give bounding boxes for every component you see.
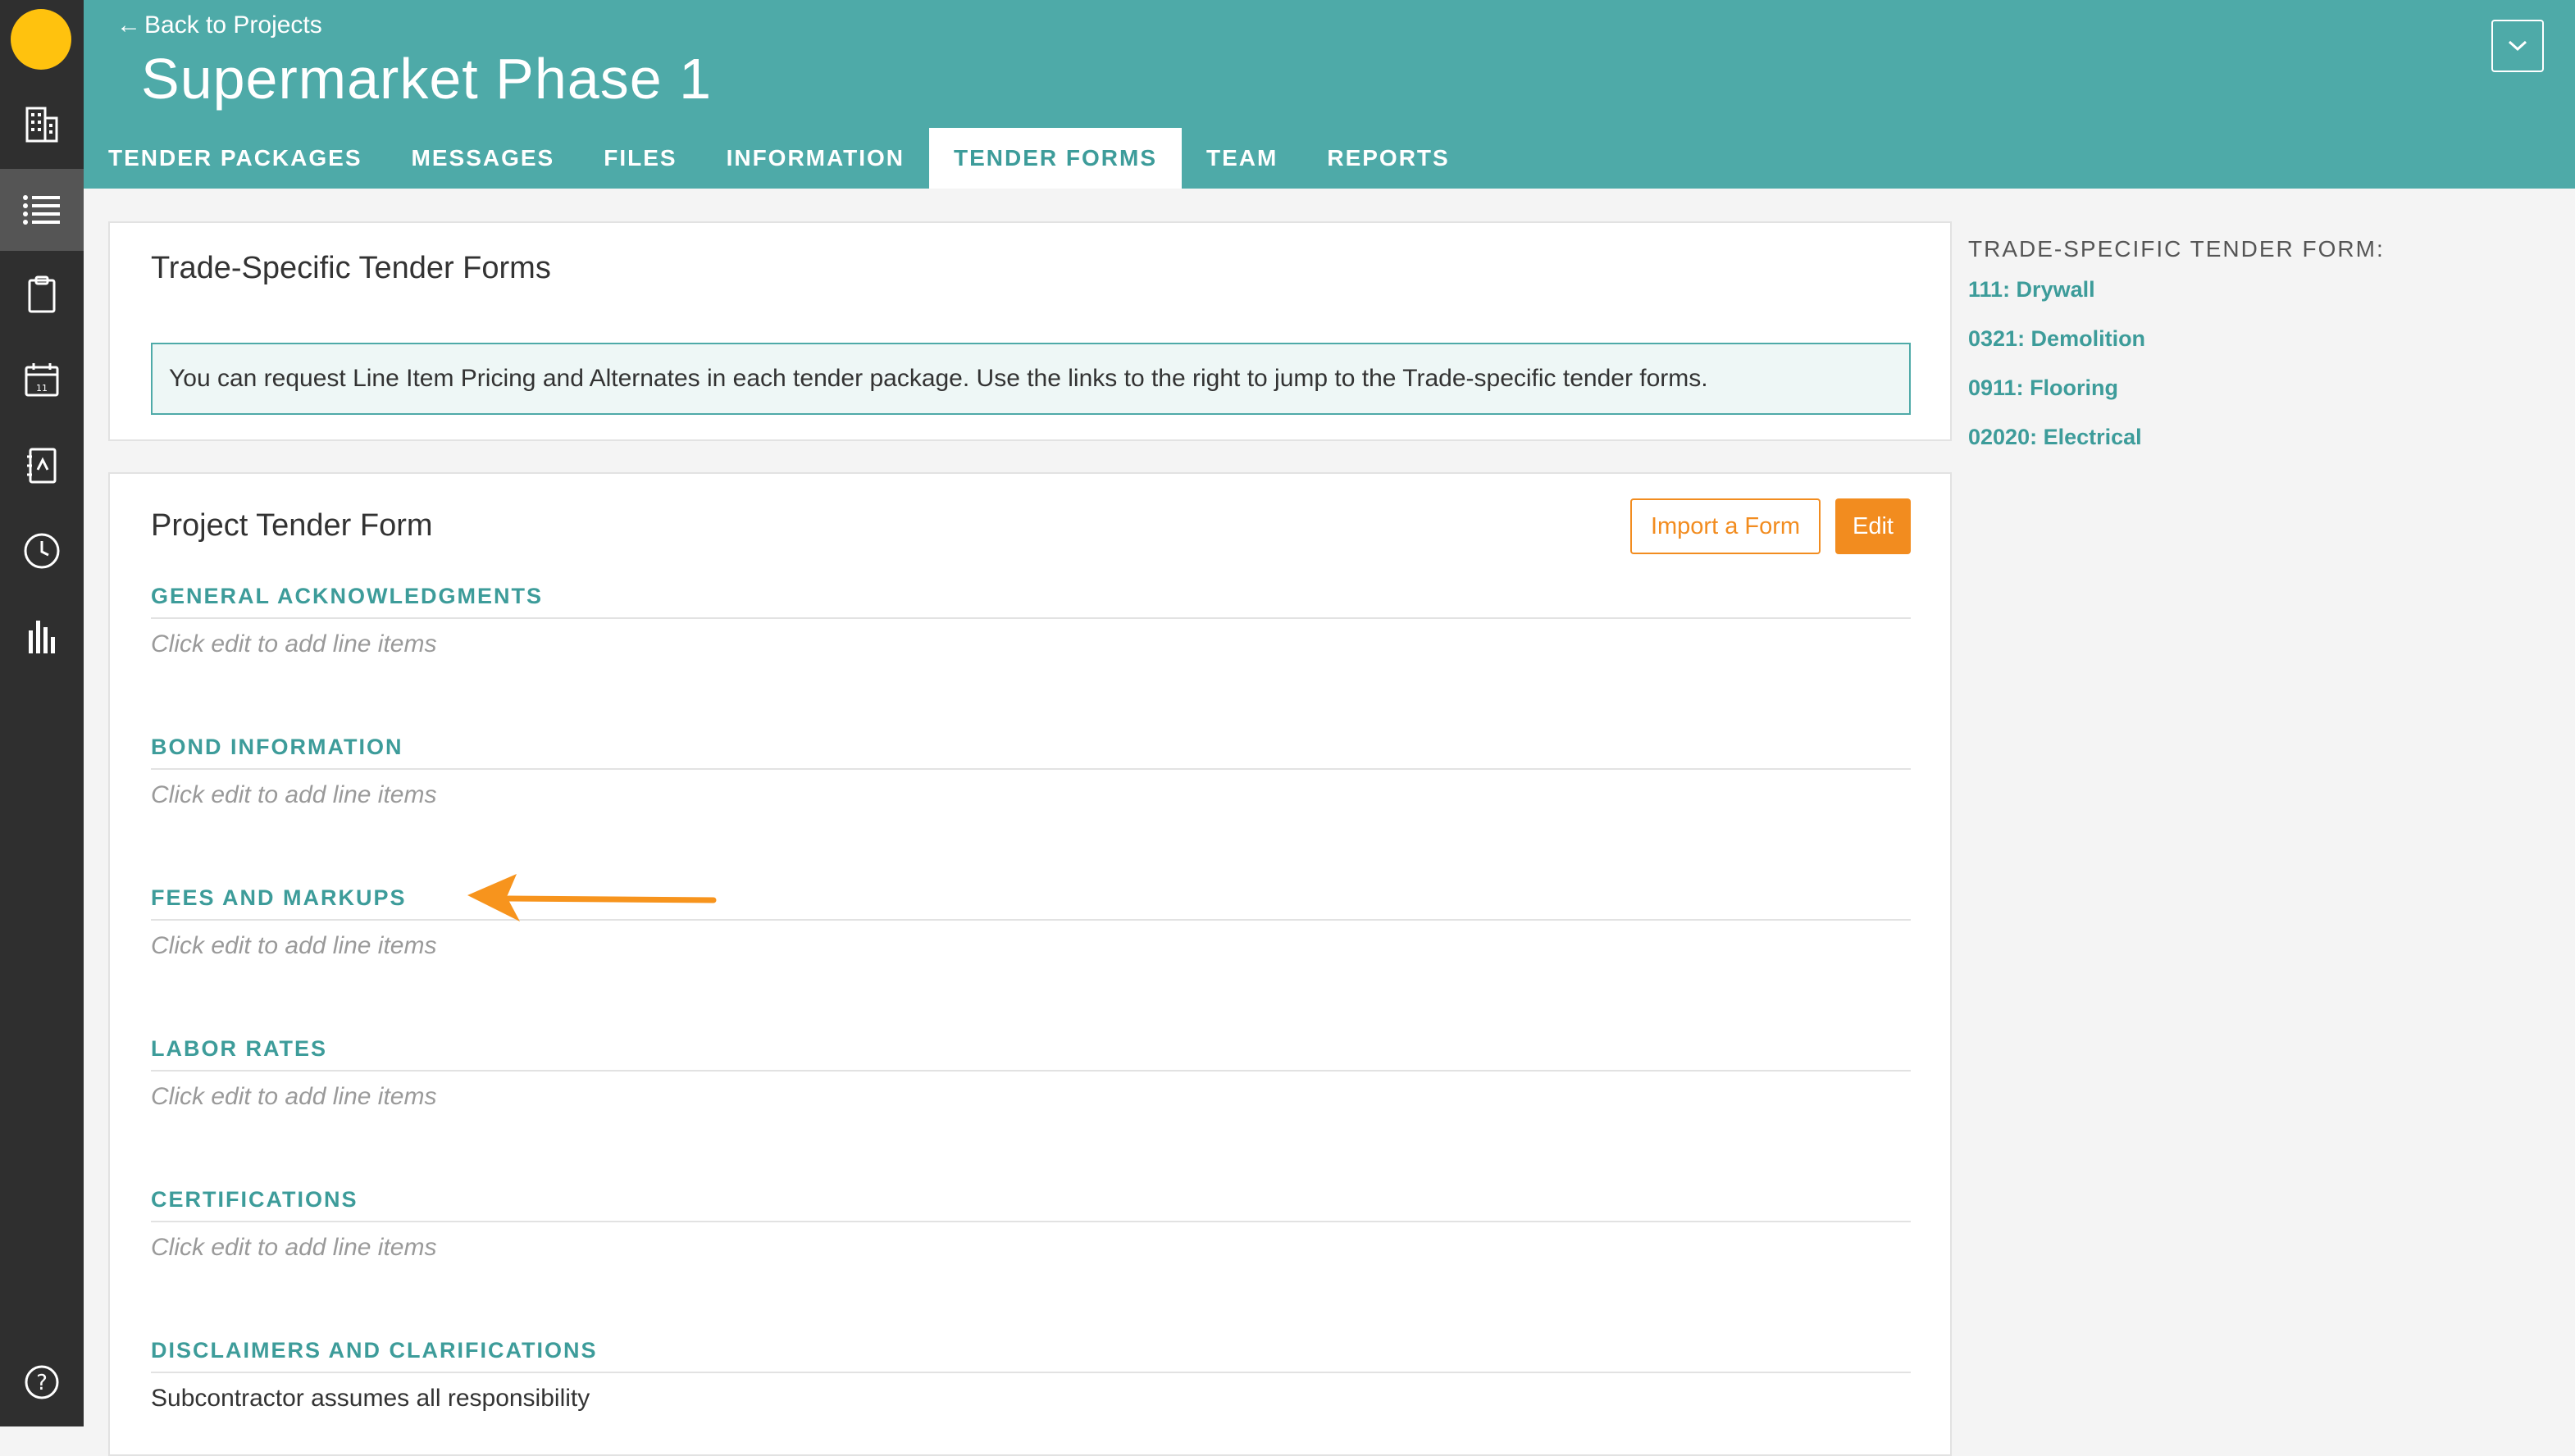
arrow-left-icon: ← [116,11,141,39]
nav-reports[interactable] [0,595,84,677]
section-heading: LABOR RATES [151,1036,1911,1072]
project-title: Supermarket Phase 1 [141,47,713,111]
nav-list[interactable] [0,169,84,251]
project-panel-title: Project Tender Form [151,508,433,543]
svg-text:?: ? [36,1371,48,1395]
nav-help[interactable]: ? [0,1341,84,1423]
section-labor-rates: LABOR RATES Click edit to add line items [151,1036,1911,1111]
sidebar-title: TRADE-SPECIFIC TENDER FORM: [1968,236,2385,262]
contacts-book-icon [27,448,57,484]
nav-contacts[interactable] [0,425,84,507]
section-disclaimers-and-clarifications: DISCLAIMERS AND CLARIFICATIONS Subcontra… [151,1338,1911,1413]
tab-information[interactable]: INFORMATION [702,128,929,189]
section-placeholder: Click edit to add line items [151,932,437,959]
nav-clipboard[interactable] [0,254,84,336]
chevron-down-icon [2508,40,2527,52]
bar-chart-icon [29,621,55,653]
project-header: ← Back to Projects Supermarket Phase 1 T… [84,0,2575,189]
project-menu-dropdown[interactable] [2491,20,2544,72]
section-placeholder: Click edit to add line items [151,1083,437,1110]
left-nav-rail: 11 ? [0,0,84,1426]
nav-projects[interactable] [0,84,84,166]
trade-link-electrical[interactable]: 02020: Electrical [1968,425,2460,450]
trade-specific-forms-panel: Trade-Specific Tender Forms You can requ… [108,221,1952,441]
tab-tender-forms[interactable]: TENDER FORMS [929,128,1183,189]
trade-link-flooring[interactable]: 0911: Flooring [1968,375,2460,401]
tab-tender-packages[interactable]: TENDER PACKAGES [84,128,387,189]
clipboard-icon [28,275,56,313]
list-icon [23,195,60,225]
trade-forms-sidebar: TRADE-SPECIFIC TENDER FORM: 111: Drywall… [1968,236,2460,474]
tab-team[interactable]: TEAM [1182,128,1302,189]
section-bond-information: BOND INFORMATION Click edit to add line … [151,735,1911,809]
section-placeholder: Click edit to add line items [151,1234,437,1261]
section-fees-and-markups: FEES AND MARKUPS Click edit to add line … [151,885,1911,960]
trade-link-demolition[interactable]: 0321: Demolition [1968,326,2460,352]
project-tender-form-panel: Project Tender Form Import a Form Edit G… [108,472,1952,1456]
section-heading: GENERAL ACKNOWLEDGMENTS [151,584,1911,619]
section-line-item: Subcontractor assumes all responsibility [151,1385,590,1412]
section-heading: CERTIFICATIONS [151,1187,1911,1222]
tab-messages[interactable]: MESSAGES [387,128,580,189]
calendar-icon: 11 [25,363,59,397]
back-link-label: Back to Projects [144,11,322,39]
section-heading: BOND INFORMATION [151,735,1911,770]
section-placeholder: Click edit to add line items [151,630,437,657]
help-icon: ? [25,1365,59,1399]
logo[interactable] [11,9,71,70]
nav-history[interactable] [0,510,84,592]
section-placeholder: Click edit to add line items [151,781,437,808]
section-general-acknowledgments: GENERAL ACKNOWLEDGMENTS Click edit to ad… [151,584,1911,658]
svg-text:11: 11 [36,383,48,394]
clock-icon [24,533,60,569]
section-heading: DISCLAIMERS AND CLARIFICATIONS [151,1338,1911,1373]
trade-panel-title: Trade-Specific Tender Forms [151,251,551,285]
section-heading: FEES AND MARKUPS [151,885,1911,921]
building-icon [25,107,58,143]
edit-button[interactable]: Edit [1835,498,1911,554]
tab-files[interactable]: FILES [579,128,701,189]
section-certifications: CERTIFICATIONS Click edit to add line it… [151,1187,1911,1262]
back-to-projects-link[interactable]: ← Back to Projects [116,11,322,39]
info-banner: You can request Line Item Pricing and Al… [151,343,1911,415]
import-form-button[interactable]: Import a Form [1630,498,1821,554]
annotation-arrow-icon [467,874,717,921]
nav-calendar[interactable]: 11 [0,339,84,421]
tab-reports[interactable]: REPORTS [1302,128,1474,189]
project-tabs: TENDER PACKAGES MESSAGES FILES INFORMATI… [84,128,1474,189]
trade-link-drywall[interactable]: 111: Drywall [1968,277,2460,303]
